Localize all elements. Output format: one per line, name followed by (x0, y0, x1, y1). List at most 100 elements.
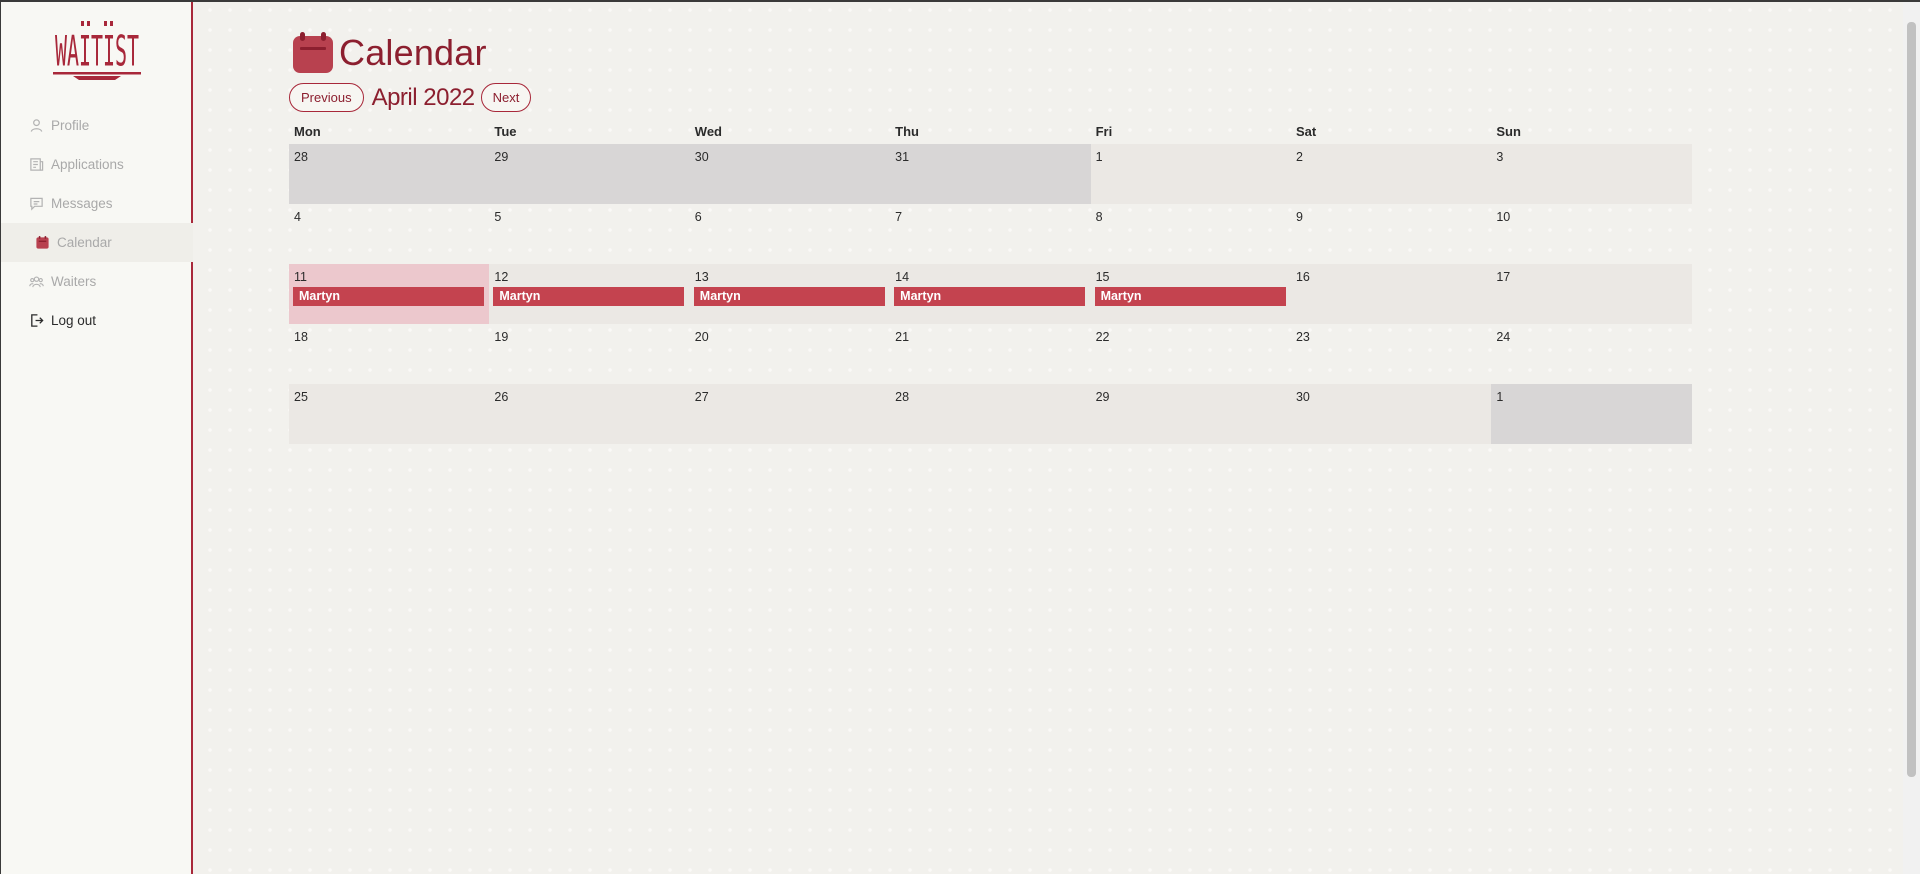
calendar-day-cell[interactable]: 9 (1291, 204, 1491, 264)
calendar-day-cell[interactable]: 16 (1290, 264, 1492, 324)
calendar-day-cell[interactable]: 15 Martyn (1090, 264, 1291, 324)
day-number: 29 (494, 150, 509, 164)
day-number: 17 (1496, 270, 1511, 284)
calendar-day-cell[interactable]: 27 (689, 384, 891, 444)
calendar-day-cell[interactable]: 2 (1290, 144, 1492, 204)
calendar-day-cell[interactable]: 4 (289, 204, 489, 264)
calendar-event[interactable]: Martyn (693, 287, 885, 306)
calendar-day-cell[interactable]: 19 (489, 324, 689, 384)
calendar-event[interactable]: Martyn (894, 287, 1086, 306)
calendar-week: 4 5 6 7 8 9 10 (289, 204, 1692, 264)
calendar-day-cell[interactable]: 28 (890, 384, 1091, 444)
day-number: 23 (1295, 330, 1310, 344)
calendar-icon (36, 235, 49, 249)
day-number: 9 (1295, 210, 1303, 224)
sidebar-item-label: Applications (51, 157, 124, 172)
sidebar-item-calendar[interactable]: Calendar (1, 223, 193, 262)
calendar-icon (293, 32, 333, 73)
sidebar-item-label: Waiters (51, 274, 97, 289)
calendar-day-cell[interactable]: 30 (689, 144, 891, 204)
calendar-day-cell[interactable]: 12 Martyn (489, 264, 690, 324)
message-icon (30, 197, 43, 211)
day-number: 10 (1496, 210, 1511, 224)
calendar-day-cell[interactable]: 1 (1090, 144, 1291, 204)
day-number: 11 (294, 270, 307, 284)
weekday-label: Wed (694, 124, 722, 139)
calendar-day-cell[interactable]: 18 (289, 324, 489, 384)
calendar-day-cell[interactable]: 25 (289, 384, 490, 444)
day-number: 29 (1095, 390, 1110, 404)
sidebar-item-messages[interactable]: Messages (1, 184, 193, 223)
day-number: 31 (895, 150, 910, 164)
month-navigation: Previous April 2022 Next (289, 83, 532, 112)
calendar-day-cell[interactable]: 21 (890, 324, 1090, 384)
day-number: 4 (294, 210, 301, 224)
weekday-label: Thu (895, 124, 919, 139)
calendar-day-cell[interactable]: 30 (1290, 384, 1492, 444)
current-month-label: April 2022 (371, 83, 476, 111)
day-number: 6 (694, 210, 702, 224)
user-icon (30, 119, 43, 132)
calendar-day-cell[interactable]: 5 (489, 204, 689, 264)
calendar-day-cell[interactable]: 14 Martyn (890, 264, 1091, 324)
calendar-day-cell[interactable]: 26 (489, 384, 690, 444)
logout-icon (31, 314, 44, 327)
calendar-week: 11 Martyn 12 Martyn 13 Martyn 14 Martyn 15 Ma… (289, 264, 1692, 324)
calendar-week: 18 19 20 21 22 23 24 (289, 324, 1692, 384)
day-number: 8 (1095, 210, 1103, 224)
day-number: 3 (1496, 150, 1504, 164)
scrollbar-thumb[interactable] (1907, 22, 1916, 777)
calendar-day-cell[interactable]: 13 Martyn (689, 264, 891, 324)
calendar-day-cell[interactable]: 8 (1091, 204, 1291, 264)
day-number: 22 (1095, 330, 1110, 344)
weekday-label: Mon (294, 124, 321, 139)
sidebar-nav: Profile Applications Messages Calendar W… (1, 106, 193, 340)
next-month-button[interactable]: Next (480, 83, 532, 112)
calendar-day-cell[interactable]: 29 (1090, 384, 1291, 444)
sidebar-item-label: Profile (51, 118, 90, 133)
day-number: 12 (494, 270, 509, 284)
calendar-day-cell[interactable]: 23 (1291, 324, 1491, 384)
day-number: 28 (895, 390, 910, 404)
day-number: 14 (895, 270, 910, 284)
calendar-day-cell[interactable]: 28 (289, 144, 490, 204)
sidebar-item-profile[interactable]: Profile (1, 106, 193, 145)
day-number: 1 (1095, 150, 1103, 164)
waitist-logo[interactable]: WAITIST (51, 20, 143, 82)
day-number: 21 (895, 330, 910, 344)
calendar-day-cell[interactable]: 22 (1091, 324, 1291, 384)
applications-icon (30, 158, 44, 171)
vertical-scrollbar[interactable] (1903, 2, 1920, 874)
calendar-day-cell-today[interactable]: 11 Martyn (289, 264, 490, 324)
calendar-day-cell[interactable]: 24 (1491, 324, 1691, 384)
page-title: Calendar (339, 32, 487, 73)
svg-text:WAITIST: WAITIST (55, 27, 139, 75)
calendar-day-cell[interactable]: 6 (690, 204, 890, 264)
calendar-event[interactable]: Martyn (493, 287, 685, 306)
calendar-event[interactable]: Martyn (293, 287, 484, 306)
calendar-day-cell[interactable]: 10 (1491, 204, 1691, 264)
calendar-day-cell[interactable]: 31 (890, 144, 1091, 204)
calendar-day-cell[interactable]: 1 (1491, 384, 1692, 444)
sidebar-item-label: Log out (51, 313, 97, 328)
sidebar-item-waiters[interactable]: Waiters (1, 262, 193, 301)
weekday-label: Fri (1095, 124, 1113, 139)
previous-month-button[interactable]: Previous (289, 83, 364, 112)
calendar-day-cell[interactable]: 7 (890, 204, 1090, 264)
calendar-day-cell[interactable]: 17 (1491, 264, 1692, 324)
day-number: 28 (294, 150, 308, 164)
calendar-day-cell[interactable]: 20 (690, 324, 890, 384)
weekday-label: Sat (1295, 124, 1317, 139)
sidebar-item-applications[interactable]: Applications (1, 145, 193, 184)
calendar-day-cell[interactable]: 3 (1491, 144, 1692, 204)
day-number: 20 (694, 330, 709, 344)
weekday-header: Mon Tue Wed Thu Fri Sat Sun (289, 120, 1692, 144)
calendar-week: 28 29 30 31 1 2 3 (289, 144, 1692, 204)
day-number: 5 (494, 210, 502, 224)
sidebar-item-label: Messages (51, 196, 113, 211)
day-number: 15 (1095, 270, 1110, 284)
calendar-event[interactable]: Martyn (1094, 287, 1286, 306)
sidebar-item-logout[interactable]: Log out (1, 301, 193, 340)
sidebar: WAITIST Profile Applications Messages Ca… (1, 2, 193, 874)
calendar-day-cell[interactable]: 29 (489, 144, 690, 204)
